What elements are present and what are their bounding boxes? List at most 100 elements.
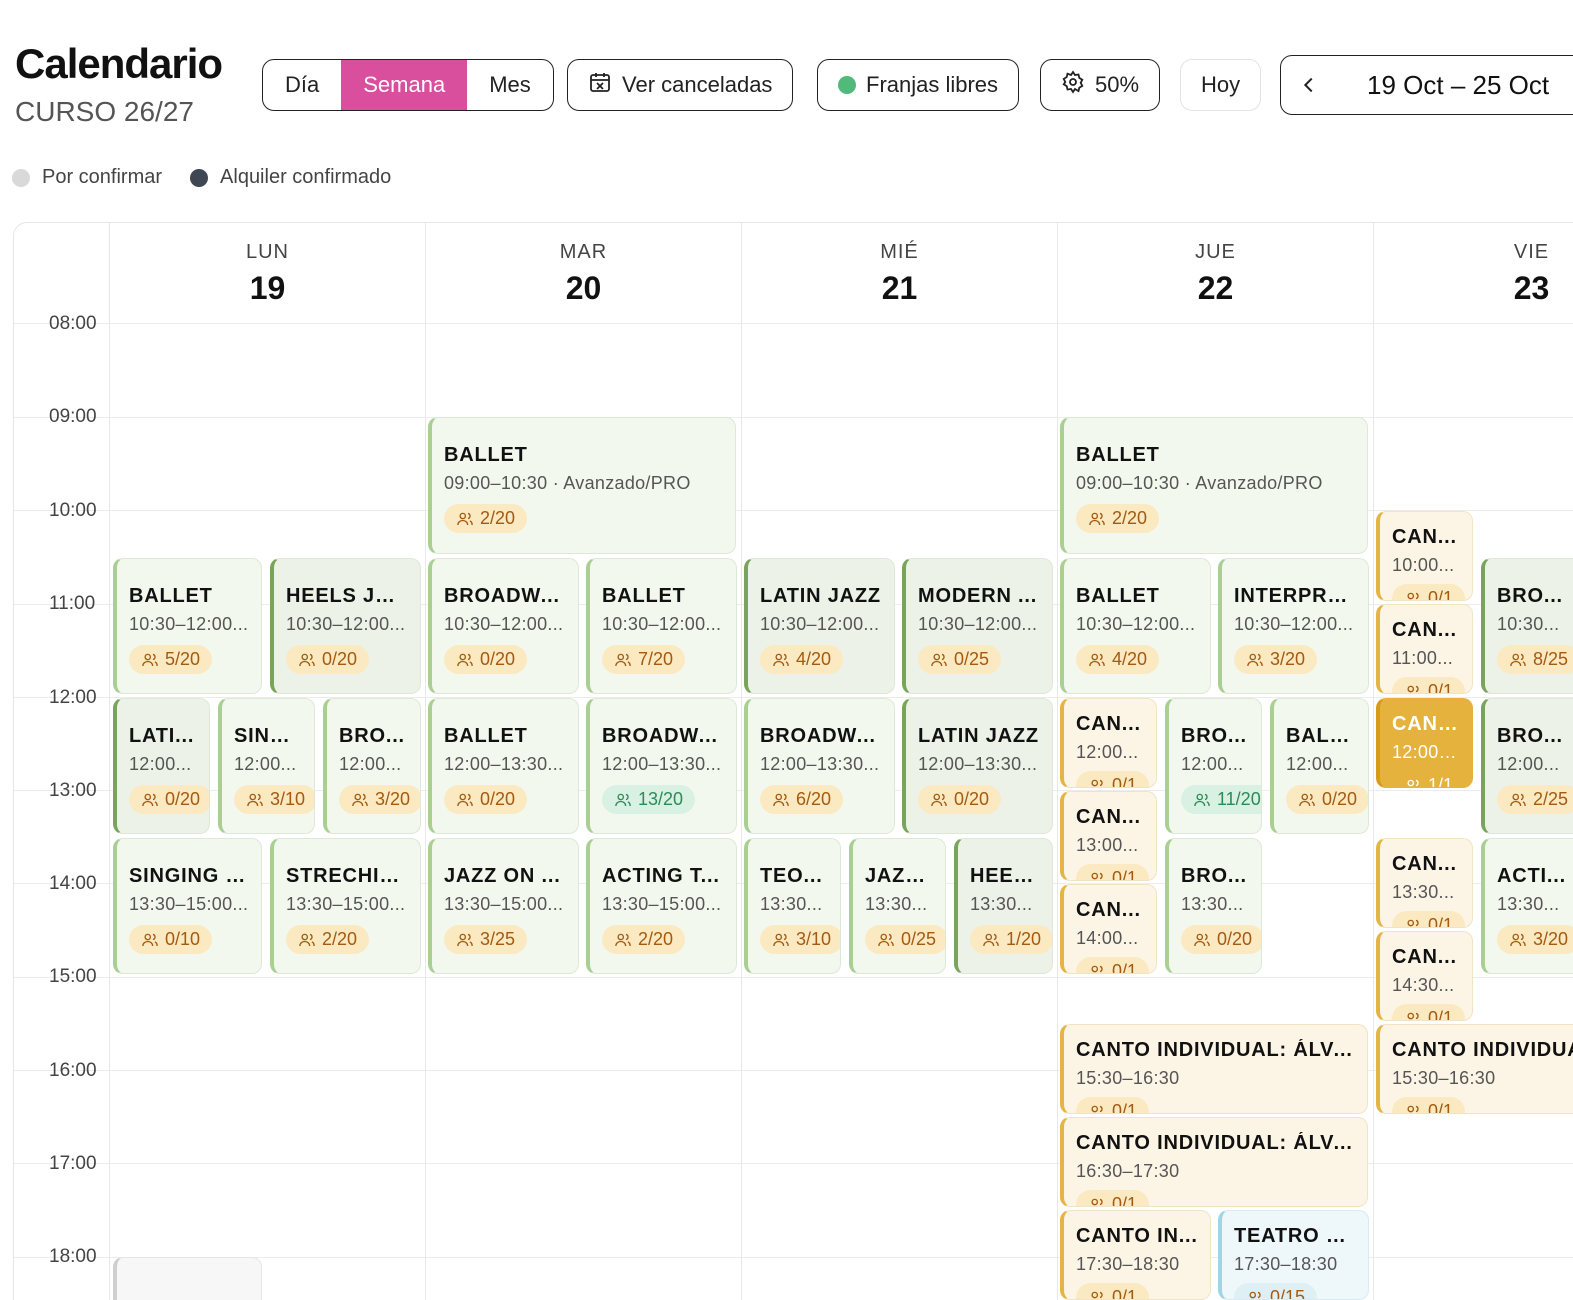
event-card[interactable]: LATI... 12:00... 0/20	[113, 698, 210, 834]
show-cancelled-button[interactable]: Ver canceladas	[567, 59, 794, 111]
attendance-badge: 0/20	[918, 785, 1002, 814]
event-time: 17:30–18:30	[1076, 1254, 1180, 1274]
users-icon	[456, 791, 474, 809]
event-card[interactable]: JAZZ ON ... 13:30–15:00... 3/25	[428, 838, 579, 974]
event-title: BALL...	[1286, 725, 1356, 747]
event-title: BALLET	[1076, 585, 1160, 607]
event-time: 10:00...	[1392, 555, 1455, 575]
users-icon	[1404, 1103, 1422, 1113]
event-time: 14:00...	[1076, 928, 1139, 948]
zoom-button[interactable]: 50%	[1040, 59, 1161, 111]
event-card[interactable]: BROADWA... 12:00–13:30... 6/20	[744, 698, 895, 834]
event-title: BALLET	[444, 444, 528, 466]
event-card[interactable]: BROADWA... 10:30–12:00... 0/20	[428, 558, 579, 694]
users-icon	[1404, 683, 1422, 693]
event-card[interactable]: ACTI... 13:30... 3/20	[1481, 838, 1573, 974]
free-slots-button[interactable]: Franjas libres	[817, 59, 1020, 111]
event-time: 17:30–18:30	[1234, 1254, 1338, 1274]
event-card[interactable]: BROADWA... 12:00–13:30... 13/20	[586, 698, 737, 834]
event-card[interactable]: BALLET 10:30–12:00... 4/20	[1060, 558, 1211, 694]
event-card[interactable]: TEATRO M... 17:30–18:30 0/15	[1218, 1210, 1369, 1300]
users-icon	[1404, 777, 1422, 787]
event-card[interactable]: CANT... 12:00–... 1/1	[1376, 698, 1473, 788]
users-icon	[1509, 651, 1527, 669]
free-slots-label: Franjas libres	[866, 72, 999, 97]
attendance-badge: 0/1	[1392, 677, 1466, 693]
event-card[interactable]: JAZZ... 13:30... 0/25	[849, 838, 946, 974]
event-card-pending[interactable]	[113, 1257, 262, 1300]
attendance-count: 7/20	[638, 649, 674, 669]
users-icon	[772, 791, 790, 809]
attendance-badge: 0/1	[1076, 1190, 1150, 1206]
event-time: 15:30–16:30	[1392, 1068, 1496, 1088]
users-icon	[141, 931, 159, 949]
event-card[interactable]: CAN... 14:30... 0/1	[1376, 931, 1473, 1021]
event-card[interactable]: CAN... 13:00... 0/1	[1060, 791, 1157, 881]
event-card[interactable]: CANTO INDIVIDUA 15:30–16:30 0/1	[1376, 1024, 1573, 1114]
event-card[interactable]: CANTO INDIVIDUAL: ÁLVA... 15:30–16:30 0/1	[1060, 1024, 1368, 1114]
event-title: CAN...	[1076, 899, 1141, 921]
event-card[interactable]: HEELS JAZZ 10:30–12:00... 0/20	[270, 558, 421, 694]
event-card[interactable]: STRECHIN... 13:30–15:00... 2/20	[270, 838, 421, 974]
event-time: 16:30–17:30	[1076, 1161, 1180, 1181]
attendance-badge: 11/20	[1181, 785, 1261, 814]
today-button[interactable]: Hoy	[1180, 59, 1262, 111]
event-card[interactable]: SING... 12:00... 3/10	[218, 698, 315, 834]
event-card[interactable]: CAN... 14:00... 0/1	[1060, 884, 1157, 974]
event-card[interactable]: CAN... 13:30... 0/1	[1376, 838, 1473, 928]
chevron-left-icon[interactable]	[1281, 74, 1337, 96]
day-name: MAR	[559, 241, 608, 263]
attendance-count: 0/1	[1112, 1101, 1138, 1114]
event-card[interactable]: LATIN JAZZ 10:30–12:00... 4/20	[744, 558, 895, 694]
event-card[interactable]: CANTO INDIVIDUAL: ÁLVA... 16:30–17:30 0/1	[1060, 1117, 1368, 1207]
users-icon	[877, 931, 895, 949]
event-card[interactable]: BRO... 12:00... 11/20	[1165, 698, 1262, 834]
event-card[interactable]: MODERN ... 10:30–12:00... 0/25	[902, 558, 1053, 694]
attendance-badge: 0/15	[1234, 1283, 1318, 1299]
users-icon	[1088, 777, 1106, 787]
event-card[interactable]: CAN... 10:00... 0/1	[1376, 511, 1473, 601]
event-card[interactable]: BALLET 10:30–12:00... 7/20	[586, 558, 737, 694]
event-title: CAN...	[1076, 713, 1141, 735]
event-card[interactable]: BALL... 12:00... 0/20	[1270, 698, 1369, 834]
event-card[interactable]: SINGING T... 13:30–15:00... 0/10	[113, 838, 262, 974]
date-range-label: 19 Oct – 25 Oct	[1367, 69, 1550, 100]
attendance-count: 2/20	[322, 929, 358, 949]
event-card[interactable]: BRO... 10:30... 8/25	[1481, 558, 1573, 694]
day-number: 22	[1197, 270, 1234, 306]
event-title: CAN...	[1076, 806, 1141, 828]
view-day-button[interactable]: Día	[263, 60, 341, 110]
attendance-badge: 0/20	[444, 645, 528, 674]
event-card[interactable]: LATIN JAZZ 12:00–13:30... 0/20	[902, 698, 1053, 834]
view-week-button[interactable]: Semana	[341, 60, 468, 110]
event-card[interactable]: INTERPRE... 10:30–12:00... 3/20	[1218, 558, 1369, 694]
attendance-count: 2/25	[1533, 789, 1569, 809]
time-label: 17:00	[49, 1153, 97, 1174]
users-icon	[1404, 1010, 1422, 1020]
event-time: 10:30–12:00...	[286, 614, 406, 634]
event-card[interactable]: BRO... 12:00... 3/20	[323, 698, 421, 834]
event-time: 13:30–15:00...	[444, 894, 564, 914]
event-card[interactable]: BRO... 13:30... 0/20	[1165, 838, 1262, 974]
event-card[interactable]: CANTO IN... 17:30–18:30 0/1	[1060, 1210, 1211, 1300]
attendance-count: 2/20	[480, 508, 516, 528]
attendance-count: 0/25	[901, 929, 937, 949]
event-card[interactable]: BALLET 12:00–13:30... 0/20	[428, 698, 579, 834]
attendance-badge: 0/1	[1076, 957, 1150, 973]
event-card[interactable]: TEO... 13:30... 3/10	[744, 838, 841, 974]
event-card[interactable]: BRO... 12:00... 2/25	[1481, 698, 1573, 834]
event-card[interactable]: BALLET 10:30–12:00... 5/20	[113, 558, 262, 694]
view-month-button[interactable]: Mes	[467, 60, 553, 110]
event-card[interactable]: HEELS 13:30... 1/20	[954, 838, 1053, 974]
event-card[interactable]: BALLET 09:00–10:30 · Avanzado/PRO 2/20	[1060, 417, 1368, 554]
attendance-badge: 4/20	[760, 645, 844, 674]
event-time: 12:00–...	[1392, 742, 1460, 762]
event-time: 13:30...	[970, 894, 1033, 914]
attendance-badge: 0/1	[1392, 1004, 1466, 1020]
event-card[interactable]: CAN... 11:00... 0/1	[1376, 604, 1473, 694]
event-card[interactable]: CAN... 12:00... 0/1	[1060, 698, 1157, 788]
event-card[interactable]: ACTING T... 13:30–15:00... 2/20	[586, 838, 737, 974]
attendance-badge: 3/10	[760, 925, 840, 954]
event-card[interactable]: BALLET 09:00–10:30 · Avanzado/PRO 2/20	[428, 417, 736, 554]
event-title: LATI...	[129, 725, 195, 747]
